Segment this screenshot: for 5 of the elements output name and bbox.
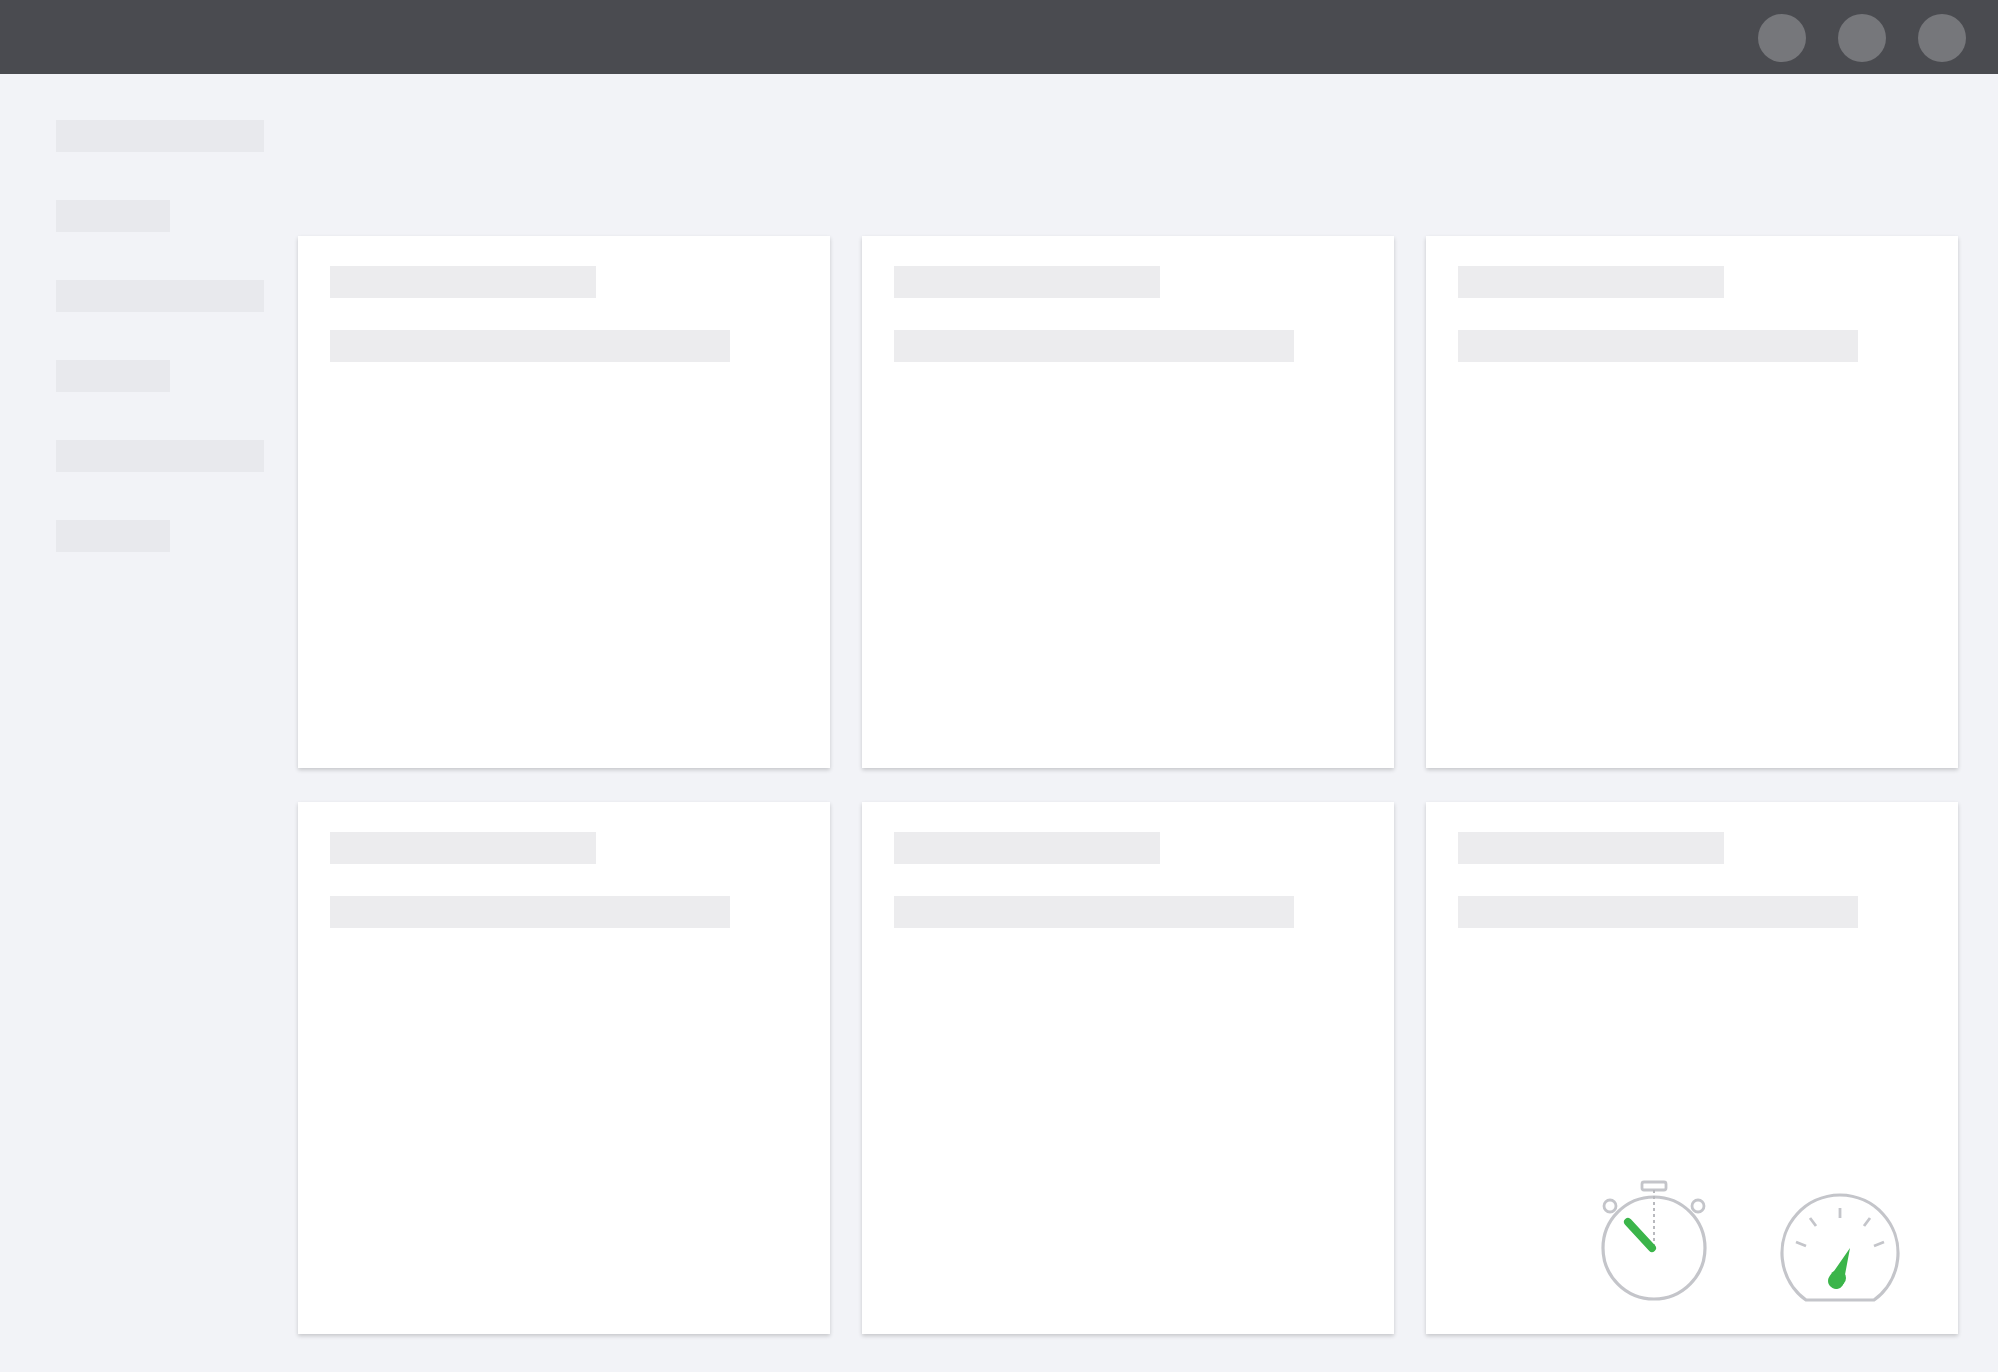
stopwatch-icon [1598,1180,1710,1304]
window-control-button[interactable] [1918,13,1966,61]
window-control-button[interactable] [1838,13,1886,61]
window-control-button[interactable] [1758,13,1806,61]
speedometer-icon [1778,1192,1902,1304]
